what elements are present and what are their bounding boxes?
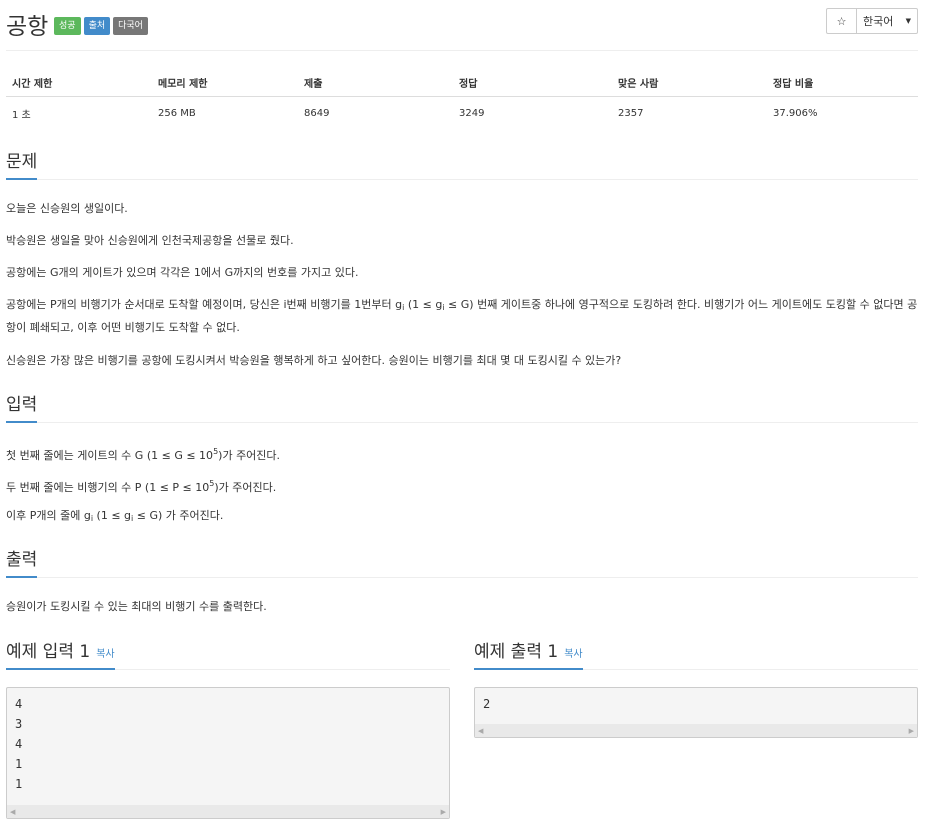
source-badge[interactable]: 출처 <box>83 17 111 35</box>
example-input-heading: 예제 입력 1 복사 <box>6 637 450 670</box>
input-section-heading: 입력 <box>6 390 918 423</box>
input-text: 두 번째 줄에는 비행기의 수 P (1 ≤ P ≤ 10 <box>6 481 210 494</box>
input-line-1: 첫 번째 줄에는 게이트의 수 G (1 ≤ G ≤ 105)가 주어진다. <box>6 442 918 466</box>
submissions-header: 제출 <box>298 70 453 97</box>
language-label: 한국어 <box>863 15 894 28</box>
memory-limit-value: 256 MB <box>158 108 196 119</box>
input-text: ≤ G) 가 주어진다. <box>133 509 224 522</box>
example-input-title: 예제 입력 1 복사 <box>6 637 115 670</box>
input-line-3: 이후 P개의 줄에 gi (1 ≤ gi ≤ G) 가 주어진다. <box>6 506 918 529</box>
input-text: )가 주어진다. <box>218 449 281 462</box>
example-output-title: 예제 출력 1 복사 <box>474 637 583 670</box>
example-input-box[interactable]: 4 3 4 1 1 ◀ ▶ <box>6 687 450 819</box>
page-title: 공항 <box>6 14 49 40</box>
input-text: 이후 P개의 줄에 g <box>6 509 91 522</box>
problem-section-heading: 문제 <box>6 147 918 180</box>
accept-ratio-header: 정답 비율 <box>767 70 918 97</box>
statement-paragraph-3: 공항에는 G개의 게이트가 있으며 각각은 1에서 G까지의 번호를 가지고 있… <box>6 266 359 279</box>
star-icon: ☆ <box>836 14 847 28</box>
horizontal-scrollbar[interactable]: ◀ ▶ <box>7 805 449 818</box>
multilang-badge[interactable]: 다국어 <box>113 17 148 35</box>
example-input-label: 예제 입력 1 <box>6 642 91 662</box>
table-row: 1 초 256 MB 8649 3249 2357 37.906% <box>6 97 918 128</box>
statement-paragraph-5: 신승원은 가장 많은 비행기를 공항에 도킹시켜서 박승원을 행복하게 하고 싶… <box>6 354 622 367</box>
success-badge[interactable]: 성공 <box>54 17 81 35</box>
horizontal-scrollbar[interactable]: ◀ ▶ <box>475 724 917 737</box>
scroll-right-icon[interactable]: ▶ <box>441 808 446 816</box>
language-dropdown[interactable]: 한국어 ▼ <box>856 8 918 34</box>
input-text: )가 주어진다. <box>214 481 277 494</box>
example-input-text[interactable]: 4 3 4 1 1 <box>7 688 449 800</box>
input-section-title: 입력 <box>6 390 38 423</box>
output-section-heading: 출력 <box>6 545 918 578</box>
header-actions: ☆ 한국어 ▼ <box>826 8 918 34</box>
input-line-2: 두 번째 줄에는 비행기의 수 P (1 ≤ P ≤ 105)가 주어진다. <box>6 474 918 498</box>
statement-text: (1 ≤ g <box>404 298 443 311</box>
output-description: 승원이가 도킹시킬 수 있는 최대의 비행기 수를 출력한다. <box>6 600 267 613</box>
problem-header: 공항 성공 출처 다국어 ☆ 한국어 ▼ <box>6 0 918 51</box>
solved-users-value: 2357 <box>618 108 644 119</box>
output-section-title: 출력 <box>6 545 38 578</box>
scroll-left-icon[interactable]: ◀ <box>478 727 483 735</box>
accepted-value: 3249 <box>459 108 485 119</box>
accepted-header: 정답 <box>453 70 612 97</box>
problem-section-title: 문제 <box>6 147 38 180</box>
example-output-box[interactable]: 2 ◀ ▶ <box>474 687 918 738</box>
badge-group: 성공 출처 다국어 <box>54 17 148 35</box>
statement-text: 공항에는 P개의 비행기가 순서대로 도착할 예정이며, 당신은 i번째 비행기… <box>6 298 403 311</box>
submissions-value: 8649 <box>304 108 330 119</box>
time-limit-header: 시간 제한 <box>6 70 152 97</box>
scroll-right-icon[interactable]: ▶ <box>909 727 914 735</box>
caret-down-icon: ▼ <box>905 17 911 25</box>
solved-users-header: 맞은 사람 <box>612 70 767 97</box>
time-limit-value: 1 초 <box>12 110 31 121</box>
problem-info-table: 시간 제한 메모리 제한 제출 정답 맞은 사람 정답 비율 1 초 256 M… <box>6 70 918 127</box>
problem-page: 공항 성공 출처 다국어 ☆ 한국어 ▼ 시간 제한 메모리 제한 제출 정답 … <box>6 0 918 819</box>
accept-ratio-value: 37.906% <box>773 108 818 119</box>
statement-paragraph-1: 오늘은 신승원의 생일이다. <box>6 202 128 215</box>
example-output-text[interactable]: 2 <box>475 688 917 720</box>
copy-output-button[interactable]: 복사 <box>564 649 582 660</box>
memory-limit-header: 메모리 제한 <box>152 70 298 97</box>
statement-paragraph-4: 공항에는 P개의 비행기가 순서대로 도착할 예정이며, 당신은 i번째 비행기… <box>6 295 918 338</box>
input-text: (1 ≤ g <box>93 509 132 522</box>
scroll-left-icon[interactable]: ◀ <box>10 808 15 816</box>
table-header-row: 시간 제한 메모리 제한 제출 정답 맞은 사람 정답 비율 <box>6 70 918 97</box>
statement-paragraph-2: 박승원은 생일을 맞아 신승원에게 인천국제공항을 선물로 줬다. <box>6 234 294 247</box>
example-output-label: 예제 출력 1 <box>474 642 559 662</box>
favorite-button[interactable]: ☆ <box>826 8 857 34</box>
input-text: 첫 번째 줄에는 게이트의 수 G (1 ≤ G ≤ 10 <box>6 449 214 462</box>
example-output-heading: 예제 출력 1 복사 <box>474 637 918 670</box>
copy-input-button[interactable]: 복사 <box>96 649 114 660</box>
